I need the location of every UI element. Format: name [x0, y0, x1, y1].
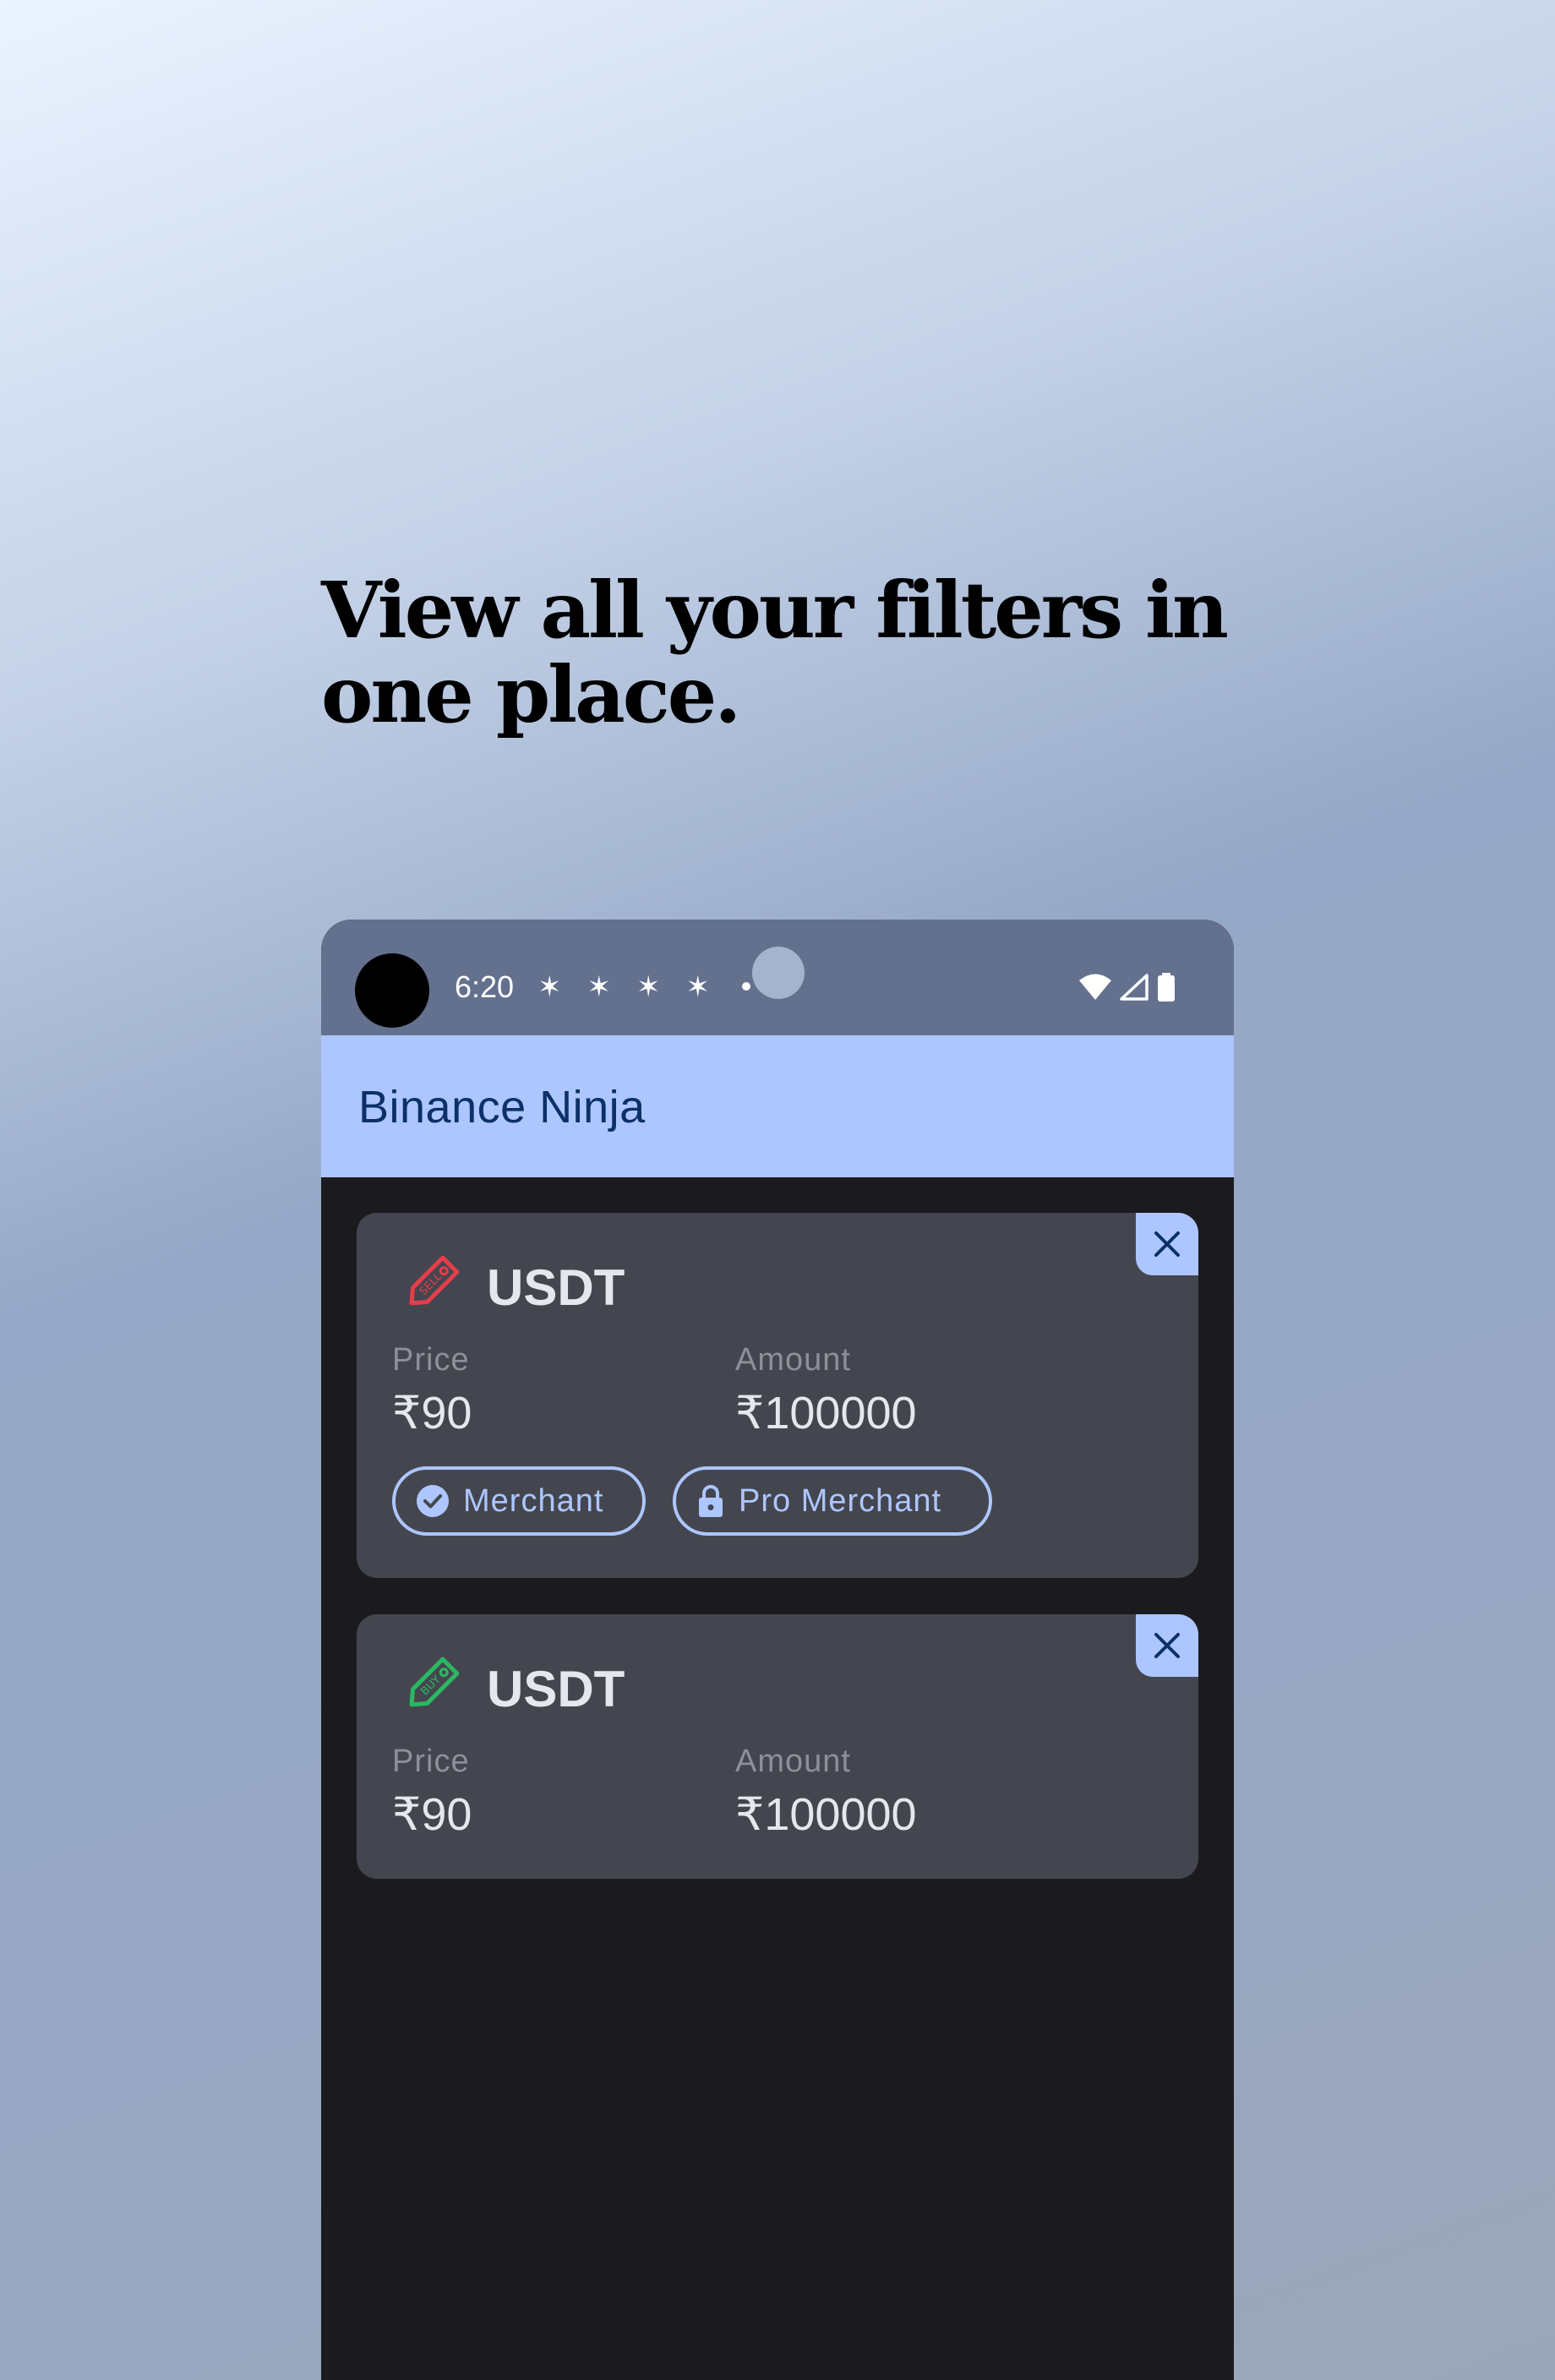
notification-dot-icon [742, 982, 750, 991]
sell-tag-icon: SELL [409, 1255, 460, 1306]
touch-indicator [752, 947, 805, 999]
remove-filter-button[interactable] [1136, 1614, 1198, 1677]
chip-label: Merchant [463, 1482, 604, 1519]
pro-merchant-chip[interactable]: Pro Merchant [673, 1466, 992, 1536]
status-time: 6:20 [455, 969, 515, 1004]
price-label: Price [392, 1744, 470, 1779]
close-icon [1154, 1231, 1180, 1257]
filter-card[interactable]: SELL USDT Price Amount ₹90 ₹100000 Merch… [357, 1213, 1198, 1578]
coin-name: USDT [487, 1259, 625, 1316]
camera-cutout [355, 953, 429, 1028]
lock-icon [699, 1485, 723, 1517]
remove-filter-button[interactable] [1136, 1213, 1198, 1275]
system-icons [1078, 963, 1176, 1011]
app-bar: Binance Ninja [321, 1035, 1234, 1177]
close-icon [1154, 1633, 1180, 1658]
filter-card[interactable]: BUY USDT Price Amount ₹90 ₹100000 [357, 1614, 1198, 1879]
coin-name: USDT [487, 1661, 625, 1717]
merchant-chip[interactable]: Merchant [392, 1466, 646, 1536]
price-label: Price [392, 1342, 470, 1378]
buy-tag-icon: BUY [409, 1657, 460, 1707]
check-circle-icon [417, 1485, 449, 1517]
price-value: ₹90 [392, 1789, 472, 1840]
app-title: Binance Ninja [358, 1082, 646, 1133]
amount-label: Amount [735, 1744, 851, 1779]
signal-icon [1120, 974, 1149, 1001]
price-value: ₹90 [392, 1388, 472, 1438]
chip-label: Pro Merchant [739, 1482, 942, 1519]
phone-screen: 6:20 ✶✶✶✶ Binance Ninja SELL USDT Price … [321, 920, 1234, 2380]
notification-icons: ✶✶✶✶ [537, 970, 735, 1004]
wifi-icon [1079, 974, 1111, 1000]
status-bar: 6:20 ✶✶✶✶ [321, 920, 1234, 1035]
amount-value: ₹100000 [735, 1789, 917, 1840]
battery-icon [1158, 973, 1175, 1002]
headline: View all your filters in one place. [321, 565, 1229, 740]
amount-label: Amount [735, 1342, 851, 1378]
amount-value: ₹100000 [735, 1388, 917, 1438]
